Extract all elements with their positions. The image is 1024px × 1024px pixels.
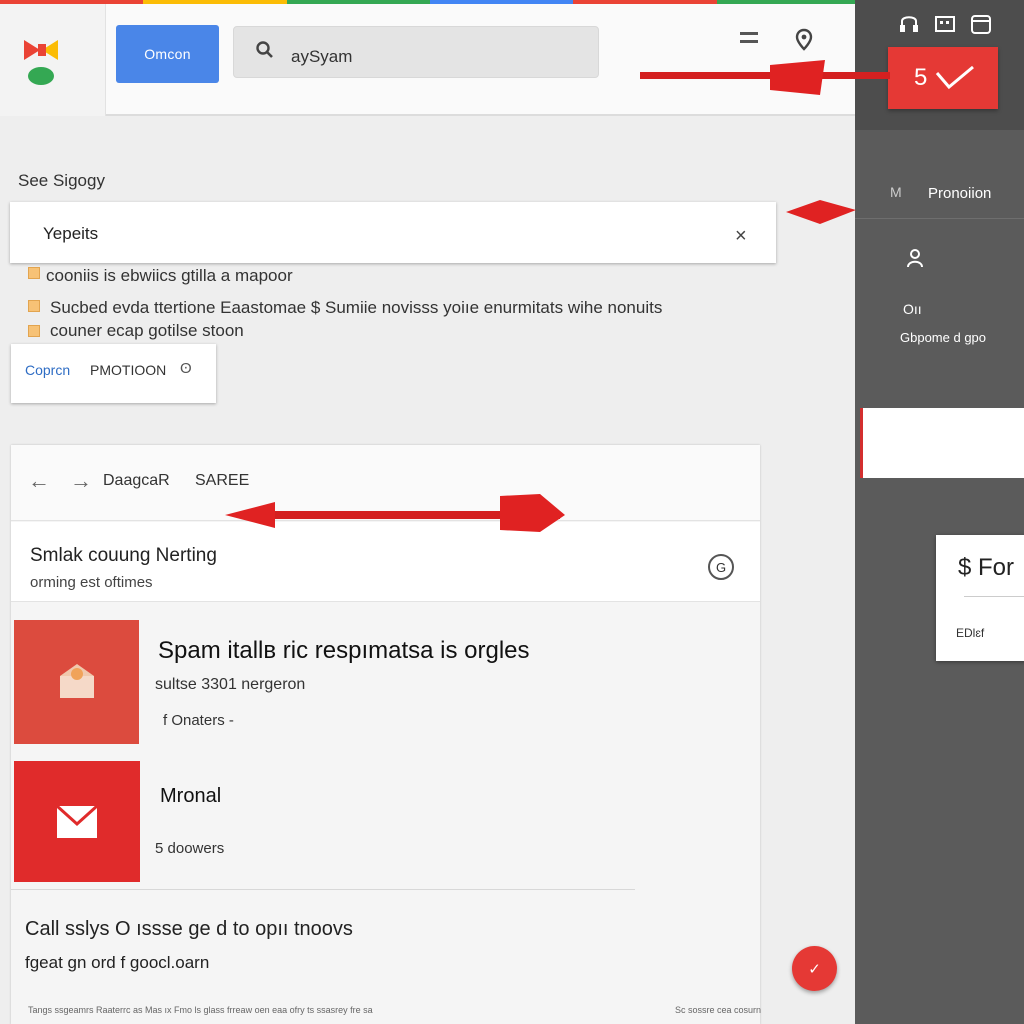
bullet-icon <box>28 325 40 337</box>
message-title[interactable]: Mronal <box>160 785 221 808</box>
badge-count: 5 <box>914 64 928 91</box>
message-meta: f Onaters - <box>163 712 234 729</box>
right-panel-divider <box>855 218 1024 219</box>
message-thumbnail[interactable] <box>14 620 139 744</box>
mail-subject-sub: orming est oftimes <box>30 574 153 591</box>
card-title: $ For <box>958 554 1015 581</box>
promotion-link[interactable]: PMOTIOON <box>90 362 166 378</box>
forward-arrow-icon[interactable]: → <box>70 468 92 494</box>
location-pin-icon[interactable] <box>795 28 813 52</box>
mail-divider <box>11 889 635 890</box>
primary-button[interactable]: Omcon <box>116 25 219 83</box>
mail-icon <box>55 804 99 838</box>
logo-cell[interactable] <box>0 4 106 116</box>
keyboard-icon[interactable] <box>934 12 956 36</box>
open-envelope-icon <box>59 664 94 698</box>
check-icon <box>936 65 975 90</box>
bullet-icon <box>28 267 40 279</box>
body-line: cooniis is ebwiics gtilla a mapoor <box>46 266 293 285</box>
section-title: See Sigogy <box>18 171 105 190</box>
footer-text: Call sslys O ıssse ge d to opıı tnoovs <box>25 918 353 940</box>
annotation-arrow-icon <box>786 200 856 224</box>
app-logo-icon <box>24 40 58 85</box>
right-panel-toolbar <box>898 12 992 36</box>
toolbar-label[interactable]: DaagcaR <box>103 472 170 490</box>
info-icon[interactable]: ʘ <box>180 360 192 377</box>
compose-fab-button[interactable]: ✓ <box>792 946 837 991</box>
calendar-icon[interactable] <box>970 12 992 36</box>
search-bar[interactable] <box>233 26 599 78</box>
bullet-icon <box>28 300 40 312</box>
message-thumbnail[interactable] <box>14 761 140 882</box>
fine-print-secondary: Sc sossre cea cosurn <box>675 1005 762 1015</box>
card-subtitle: EDlɛf <box>956 626 985 640</box>
coupon-link[interactable]: Coprcn <box>25 362 70 378</box>
google-icon[interactable]: G <box>708 554 734 580</box>
notification-badge[interactable]: 5 <box>888 47 998 109</box>
message-sub: sultse 3301 nergeron <box>155 676 306 693</box>
fine-print: Tangs ssgeamrs Raaterrc as Mas ıx Fmo ls… <box>28 1005 373 1015</box>
footer-subtext: fgeat gn ord f goocl.oarn <box>25 953 210 972</box>
person-icon[interactable] <box>905 247 925 269</box>
toolbar-label-secondary[interactable]: SAREE <box>195 472 249 490</box>
search-icon[interactable] <box>255 40 275 60</box>
promotions-label[interactable]: Pronoiion <box>928 185 991 202</box>
card-divider <box>964 596 1024 597</box>
right-panel <box>855 0 1024 1024</box>
body-line: couner ecap gotilse stoon <box>50 321 244 340</box>
close-icon[interactable]: × <box>735 225 747 248</box>
notice-title: Yepeits <box>43 224 99 243</box>
right-panel-subtext: Gbpome d gpo <box>900 330 987 345</box>
menu-icon[interactable] <box>738 30 760 46</box>
headset-icon[interactable] <box>898 12 920 36</box>
search-input[interactable]: aySyam <box>291 47 352 67</box>
notice-card <box>10 202 776 263</box>
body-line: Sucbed evda ttertione Eaastomae $ Sumiie… <box>50 298 663 317</box>
message-meta: 5 doowers <box>155 840 225 857</box>
promotions-icon: M <box>890 184 902 200</box>
mail-subject: Smlak couung Nerting <box>30 545 217 566</box>
right-panel-highlight[interactable] <box>860 408 1024 478</box>
right-panel-text: Oıı <box>903 301 922 317</box>
message-title[interactable]: Spam itallв ric respımatsa is orgles <box>158 637 530 665</box>
back-arrow-icon[interactable]: ← <box>28 468 50 494</box>
